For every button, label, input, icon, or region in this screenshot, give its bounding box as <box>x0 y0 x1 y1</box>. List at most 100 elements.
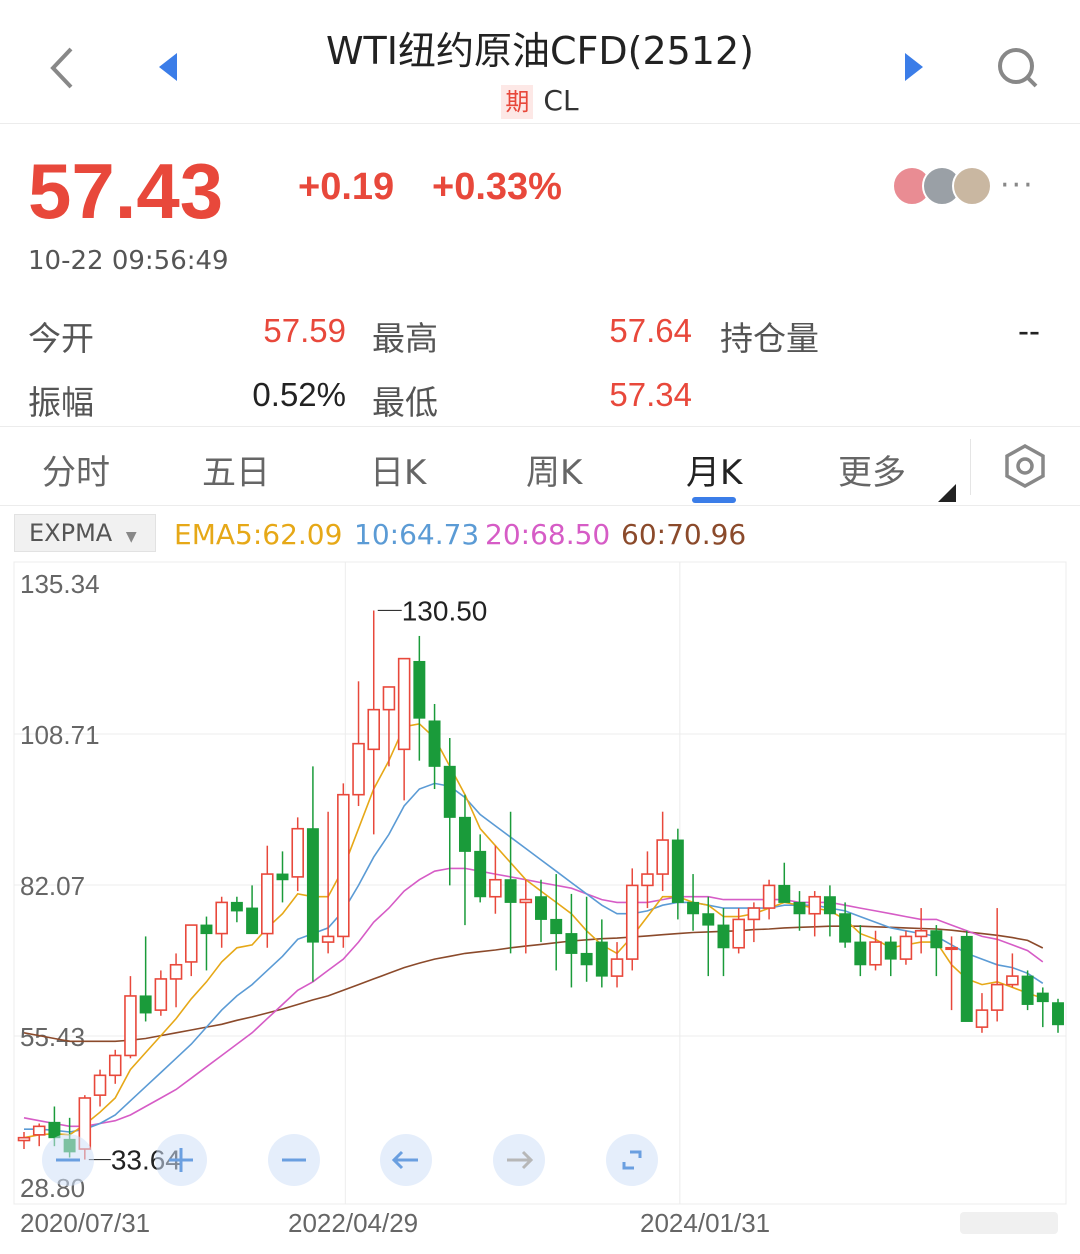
prev-triangle-icon[interactable] <box>152 50 184 84</box>
candle-body <box>884 941 897 960</box>
tab-weekly-k[interactable]: 周K <box>526 445 582 494</box>
indicator-name: EXPMA <box>29 519 113 547</box>
candle-body <box>1006 975 1019 986</box>
chevron-down-icon: ▼ <box>125 529 137 545</box>
avatar <box>952 166 992 206</box>
indicator-select[interactable]: EXPMA ▼ <box>14 514 156 552</box>
period-tabs: 分时 五日 日K 周K 月K 更多 <box>0 426 1080 506</box>
x-tick-label: 2022/04/29 <box>288 1208 418 1238</box>
ema5-value: EMA5:62.09 <box>174 518 343 551</box>
divider <box>970 439 971 495</box>
open-value: 57.59 <box>263 312 346 349</box>
candle-body <box>504 879 517 903</box>
candle-body <box>869 941 882 966</box>
candle-body <box>671 839 684 903</box>
amplitude-value: 0.52% <box>252 376 346 413</box>
candle-body <box>899 935 913 960</box>
candle-body <box>48 1121 61 1139</box>
candle-body <box>230 901 243 912</box>
candle-body <box>17 1136 31 1142</box>
candle-body <box>535 896 547 920</box>
candle-body <box>474 850 487 898</box>
candle-body <box>108 1054 122 1077</box>
y-tick-label: 82.07 <box>20 871 85 901</box>
scroll-indicator <box>960 1212 1058 1234</box>
reset-icon[interactable] <box>606 1134 658 1186</box>
candle-body <box>93 1074 107 1096</box>
tab-five-day[interactable]: 五日 <box>202 445 270 494</box>
y-tick-label: 135.34 <box>20 569 100 599</box>
candle-body <box>169 963 183 980</box>
candle-body <box>808 895 821 915</box>
active-tab-indicator <box>692 497 736 503</box>
settings-hexagon-icon[interactable] <box>1000 441 1050 491</box>
candle-body <box>306 828 319 943</box>
candle-body <box>413 660 426 719</box>
candle-body <box>580 952 593 966</box>
candle-body <box>1052 1002 1064 1026</box>
search-icon[interactable] <box>994 44 1042 92</box>
max-label: 130.50 <box>402 595 488 626</box>
candle-body <box>732 918 745 949</box>
candle-body <box>823 896 836 915</box>
candle-body <box>717 924 730 949</box>
futures-badge: 期 <box>501 85 534 119</box>
candle-body <box>960 935 973 1022</box>
open-label: 今开 <box>28 319 94 358</box>
candle-body <box>839 913 852 943</box>
tab-more[interactable]: 更多 <box>838 445 906 494</box>
x-tick-label: 2020/07/31 <box>20 1208 150 1238</box>
high-value: 57.64 <box>609 312 692 349</box>
candle-body <box>443 765 456 818</box>
tab-daily-k[interactable]: 日K <box>370 445 426 494</box>
candle-body <box>291 827 304 878</box>
candle-body <box>1021 975 1034 1005</box>
candle-body <box>641 873 654 887</box>
symbol-row: 期 CL <box>0 84 1080 119</box>
high-label: 最高 <box>372 319 438 358</box>
right-arrow-icon[interactable] <box>493 1134 545 1186</box>
tab-monthly-k[interactable]: 月K <box>686 445 742 494</box>
open-interest-value: -- <box>1018 312 1040 349</box>
candle-body <box>489 878 502 898</box>
candle-body <box>276 873 289 881</box>
candle-body <box>154 978 168 1011</box>
low-value: 57.34 <box>609 376 692 413</box>
candle-body <box>565 933 578 954</box>
candle-body <box>854 941 867 966</box>
quote-time: 10-22 09:56:49 <box>28 246 229 276</box>
amplitude-label: 振幅 <box>28 383 94 422</box>
candle-body <box>914 929 928 938</box>
ema20-line <box>23 867 1044 1128</box>
ema10-value: 10:64.73 <box>354 518 480 551</box>
candle-body <box>610 958 624 977</box>
candle-body <box>458 816 471 852</box>
next-triangle-icon[interactable] <box>898 50 930 84</box>
more-dropdown-indicator <box>938 484 956 502</box>
kline-chart[interactable]: 135.34108.7182.0755.4328.80130.5033.6420… <box>0 558 1080 1254</box>
ema5-line <box>23 722 1044 1139</box>
minus-icon[interactable] <box>268 1134 320 1186</box>
y-tick-label: 55.43 <box>20 1022 85 1052</box>
more-icon[interactable]: ··· <box>1000 168 1035 203</box>
tab-intraday[interactable]: 分时 <box>42 445 110 494</box>
y-tick-label: 108.71 <box>20 720 100 750</box>
candle-body <box>337 793 350 938</box>
candle-body <box>762 884 776 909</box>
last-price: 57.43 <box>28 147 224 235</box>
left-arrow-icon[interactable] <box>380 1134 432 1186</box>
candle-body <box>321 935 335 943</box>
zoom-out-icon[interactable] <box>42 1134 94 1186</box>
candle-body <box>1036 992 1049 1003</box>
candle-body <box>793 901 806 915</box>
zoom-in-icon[interactable] <box>155 1134 207 1186</box>
candle-body <box>990 983 1004 1011</box>
candle-body <box>550 918 563 935</box>
ema60-value: 60:70.96 <box>621 518 747 551</box>
candle-body <box>200 924 213 935</box>
candle-body <box>656 839 669 875</box>
candle-body <box>930 930 943 949</box>
candle-body <box>778 884 791 903</box>
candle-body <box>215 901 228 935</box>
candle-body <box>261 873 274 935</box>
